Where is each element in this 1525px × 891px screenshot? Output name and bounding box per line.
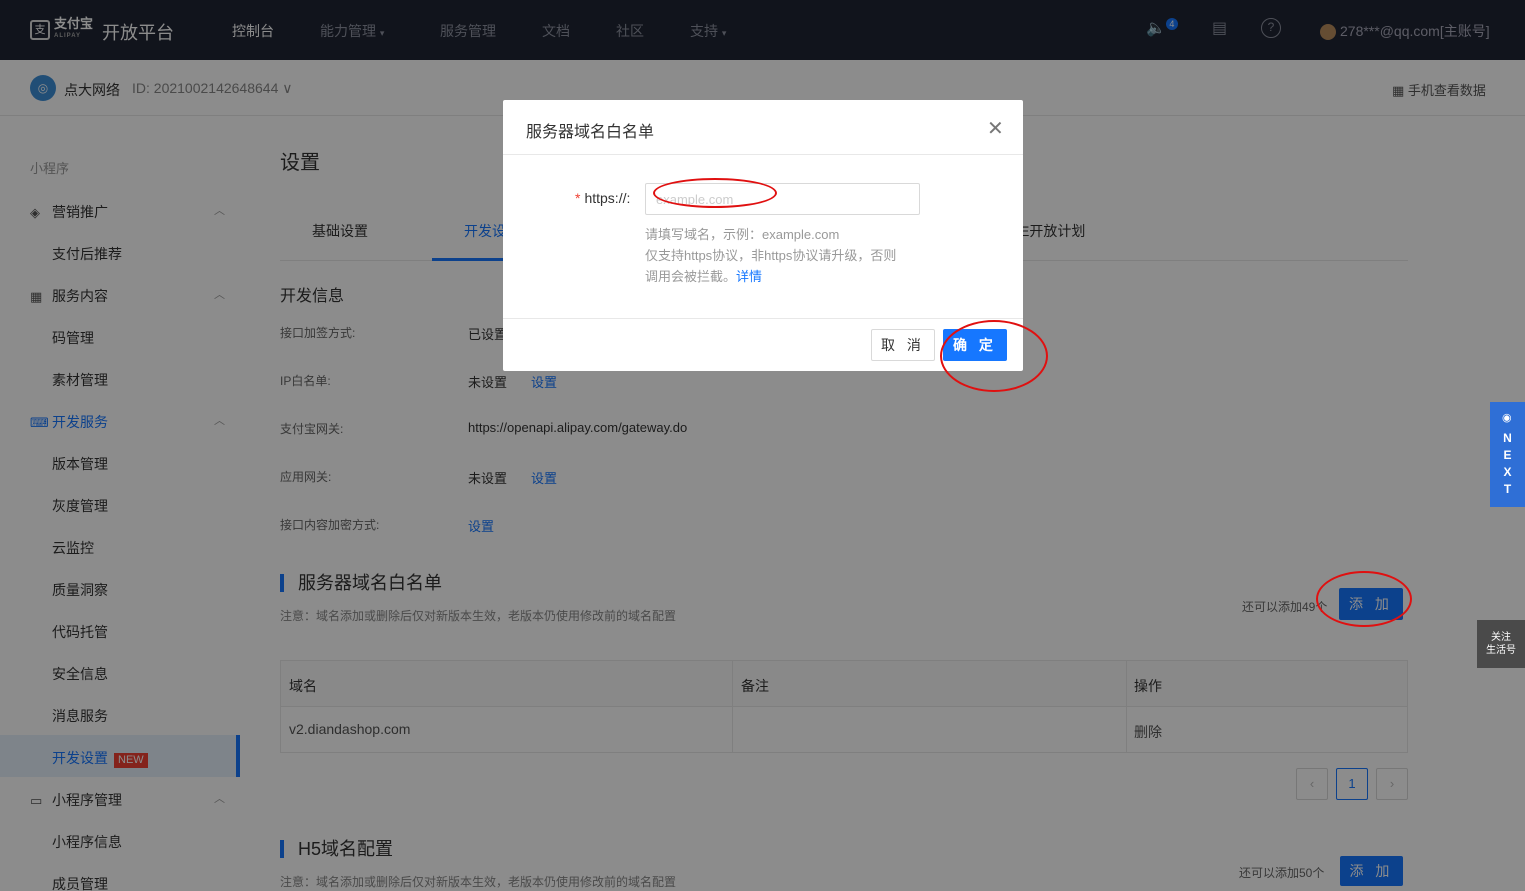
domain-input[interactable] xyxy=(645,183,920,215)
bell-icon: ◉ xyxy=(1502,412,1512,424)
close-icon[interactable]: ✕ xyxy=(987,116,1004,141)
help-text-1: 请填写域名，示例：example.com xyxy=(645,227,840,242)
cancel-button[interactable]: 取 消 xyxy=(871,329,935,361)
follow-life-account-widget[interactable]: 关注 生活号 xyxy=(1477,620,1525,668)
modal-header: 服务器域名白名单 ✕ xyxy=(503,100,1023,155)
modal-title: 服务器域名白名单 xyxy=(526,124,655,141)
whitelist-modal: 服务器域名白名单 ✕ *https://: 请填写域名，示例：example.c… xyxy=(503,100,1023,371)
next-widget[interactable]: ◉ N E X T xyxy=(1490,402,1525,507)
confirm-button[interactable]: 确 定 xyxy=(943,329,1007,361)
modal-footer-divider xyxy=(503,318,1023,319)
required-mark: * xyxy=(575,190,581,206)
help-text-2: 仅支持https协议，非https协议请升级，否则 xyxy=(645,248,897,263)
domain-label: * https://: xyxy=(575,190,631,206)
details-link[interactable]: 详情 xyxy=(736,269,762,284)
help-text-3: 调用会被拦截。 xyxy=(645,269,737,284)
